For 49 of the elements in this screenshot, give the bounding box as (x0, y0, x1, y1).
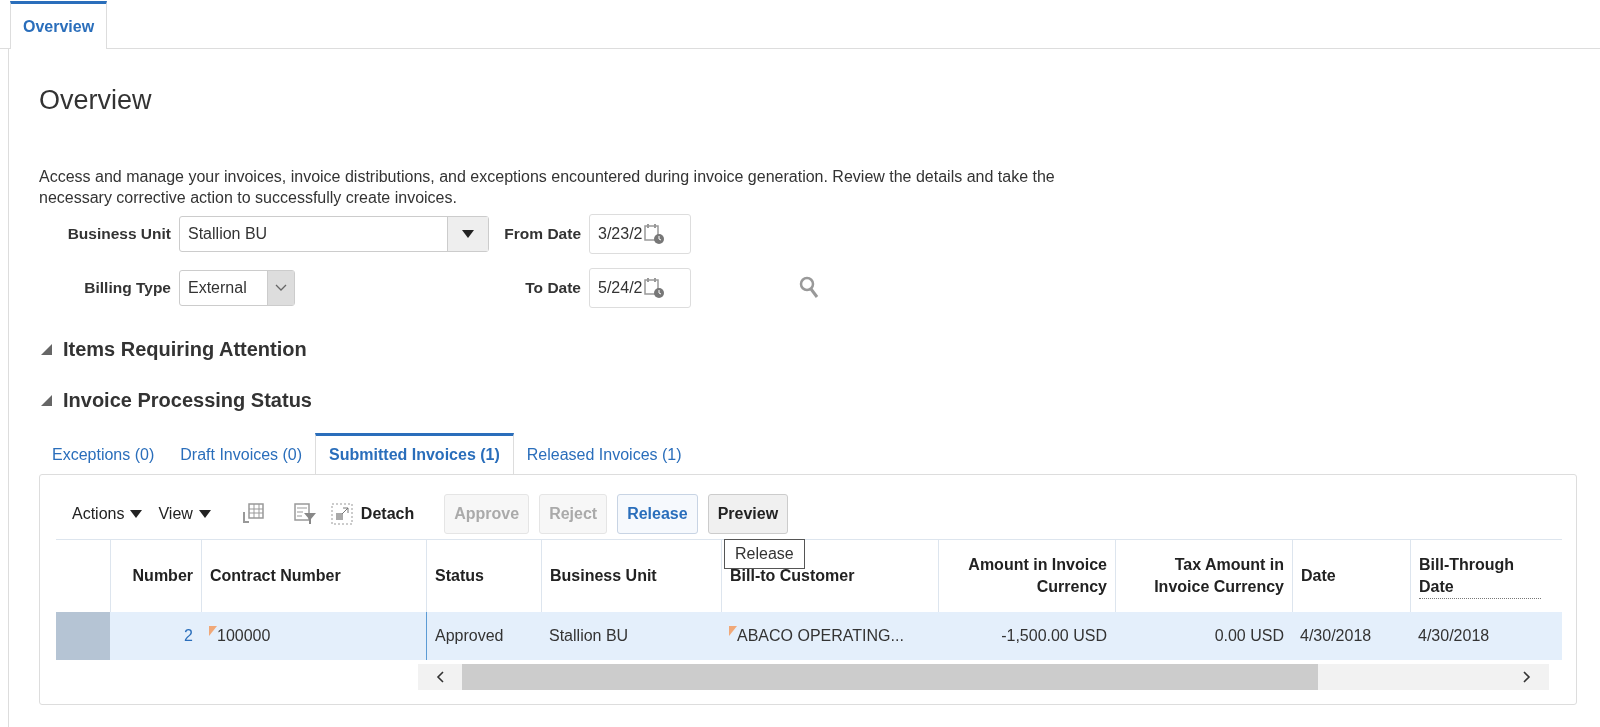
status-tab[interactable]: Exceptions (0) (39, 446, 168, 474)
billing-type-select[interactable]: External (179, 270, 295, 306)
dropdown-icon[interactable] (130, 510, 143, 518)
scroll-right-button[interactable] (1505, 664, 1549, 690)
status-tab[interactable]: Released Invoices (1) (513, 446, 695, 474)
detach-label[interactable]: Detach (360, 505, 415, 523)
chevron-down-icon (275, 284, 287, 292)
table-cell: Stallion BU (549, 627, 629, 645)
scrollbar-thumb[interactable] (462, 664, 1318, 690)
collapse-icon[interactable] (39, 393, 53, 407)
detach-icon[interactable] (330, 503, 353, 525)
table-row[interactable]: 2 100000 Approved Stallion BU ABACO OPERATING... -1,500.00 USD 0.00 USD 4/30/2018 4/30/2018 (56, 612, 1562, 660)
dropdown-icon[interactable] (198, 510, 211, 518)
field-label: From Date (503, 225, 582, 243)
section-title[interactable]: Items Requiring Attention (63, 338, 307, 361)
table-cell: 4/30/2018 (1300, 627, 1372, 645)
calendar-icon[interactable] (644, 223, 667, 245)
chevron-left-icon[interactable] (436, 671, 444, 683)
menu-button[interactable]: Actions (72, 505, 125, 523)
status-tab[interactable]: Draft Invoices (0) (167, 446, 316, 474)
field-label: Business Unit (66, 225, 172, 243)
search-icon[interactable] (799, 276, 821, 300)
table-cell: -1,500.00 USD (1001, 627, 1107, 645)
table-cell: 4/30/2018 (1418, 627, 1490, 645)
menu-button[interactable]: View (158, 505, 193, 523)
page-tab[interactable]: Overview (10, 1, 108, 49)
date-field[interactable]: 3/23/2 (589, 214, 691, 254)
page-title: Overview (39, 85, 153, 116)
row-link[interactable]: 2 (184, 627, 193, 645)
tooltip: Release (724, 539, 805, 569)
toolbar-button[interactable]: Release (617, 494, 698, 534)
field-label: Billing Type (83, 279, 172, 297)
date-field[interactable]: 5/24/2 (589, 268, 691, 308)
table-cell: 100000 (217, 627, 271, 645)
chevron-right-icon[interactable] (1523, 671, 1531, 683)
table-cell: Approved (435, 627, 504, 645)
calendar-icon[interactable] (644, 277, 667, 299)
status-tab[interactable]: Submitted Invoices (1) (315, 433, 514, 475)
collapse-icon[interactable] (39, 342, 53, 356)
section-title[interactable]: Invoice Processing Status (63, 389, 312, 412)
table-cell: ABACO OPERATING... (737, 627, 904, 645)
table-cell: 0.00 USD (1214, 627, 1284, 645)
field-label: To Date (524, 279, 582, 297)
columns-icon[interactable] (240, 502, 265, 526)
toolbar-button[interactable]: Preview (707, 494, 789, 534)
description: Access and manage your invoices, invoice distributions, and exceptions encountered during invoice generation. Review the details and take the necessary corrective action to successfully create invoices. (39, 167, 1056, 208)
dropdown-icon (462, 230, 474, 238)
business-unit-select[interactable]: Stallion BU (179, 216, 489, 252)
filter-icon[interactable] (292, 502, 317, 526)
